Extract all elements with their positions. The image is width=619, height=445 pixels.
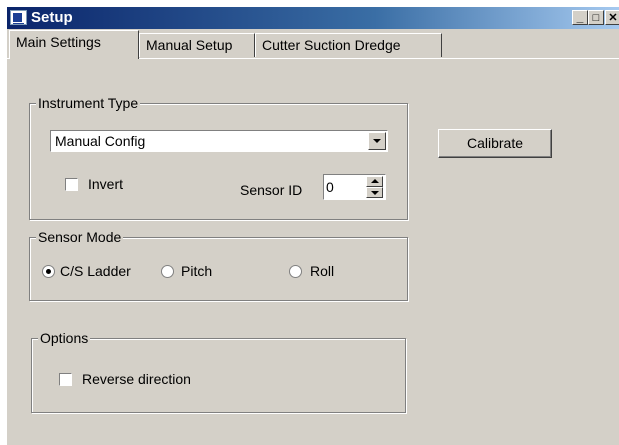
- chevron-down-icon: [373, 139, 381, 143]
- sensor-id-spinner[interactable]: 0: [323, 174, 386, 200]
- tab-cutter-suction-dredge[interactable]: Cutter Suction Dredge: [255, 33, 442, 57]
- sensor-id-label: Sensor ID: [240, 182, 303, 198]
- calibrate-label: Calibrate: [466, 135, 524, 151]
- sensor-id-value[interactable]: 0: [326, 179, 334, 195]
- minimize-icon: _: [576, 10, 584, 24]
- instrument-type-legend: Instrument Type: [36, 95, 141, 111]
- arrow-up-icon: [371, 179, 379, 183]
- calibrate-button[interactable]: Calibrate: [438, 129, 552, 158]
- maximize-button[interactable]: □: [588, 10, 604, 25]
- cs-ladder-label[interactable]: C/S Ladder: [60, 263, 131, 279]
- reverse-direction-checkbox[interactable]: [59, 373, 72, 386]
- instrument-type-value: Manual Config: [55, 133, 146, 149]
- maximize-icon: □: [592, 12, 600, 24]
- tab-manual-setup[interactable]: Manual Setup: [139, 33, 255, 57]
- radio-cs-ladder[interactable]: [42, 265, 55, 278]
- arrow-down-icon: [371, 191, 379, 195]
- instrument-type-group: Instrument Type Manual Config Invert Sen…: [29, 95, 408, 220]
- options-legend: Options: [38, 330, 91, 346]
- radio-pitch[interactable]: [161, 265, 174, 278]
- invert-label[interactable]: Invert: [88, 176, 123, 192]
- tab-label: Cutter Suction Dredge: [262, 37, 401, 53]
- window-title: Setup: [31, 9, 73, 26]
- title-bar[interactable]: Setup _ □ ✕: [7, 7, 619, 29]
- sensor-mode-legend: Sensor Mode: [36, 229, 124, 245]
- close-icon: ✕: [608, 12, 618, 24]
- reverse-direction-label[interactable]: Reverse direction: [82, 371, 191, 387]
- tab-label: Manual Setup: [146, 37, 233, 53]
- minimize-button[interactable]: _: [572, 10, 588, 25]
- tab-label: Main Settings: [16, 34, 101, 50]
- sensor-mode-group: Sensor Mode C/S Ladder Pitch Roll: [29, 229, 408, 301]
- setup-window: Setup _ □ ✕ Main Settings Manual Setup C…: [6, 6, 619, 445]
- invert-checkbox[interactable]: [65, 178, 78, 191]
- app-icon[interactable]: [10, 10, 27, 25]
- tab-main-settings[interactable]: Main Settings: [9, 30, 139, 59]
- dropdown-button[interactable]: [368, 132, 386, 150]
- spin-up-button[interactable]: [366, 176, 383, 187]
- instrument-type-select[interactable]: Manual Config: [50, 130, 388, 152]
- pitch-label[interactable]: Pitch: [181, 263, 212, 279]
- options-group: Options Reverse direction: [31, 330, 406, 413]
- roll-label[interactable]: Roll: [310, 263, 334, 279]
- tab-strip: Main Settings Manual Setup Cutter Suctio…: [7, 29, 619, 59]
- close-button[interactable]: ✕: [605, 10, 619, 25]
- spin-down-button[interactable]: [366, 187, 383, 198]
- radio-roll[interactable]: [289, 265, 302, 278]
